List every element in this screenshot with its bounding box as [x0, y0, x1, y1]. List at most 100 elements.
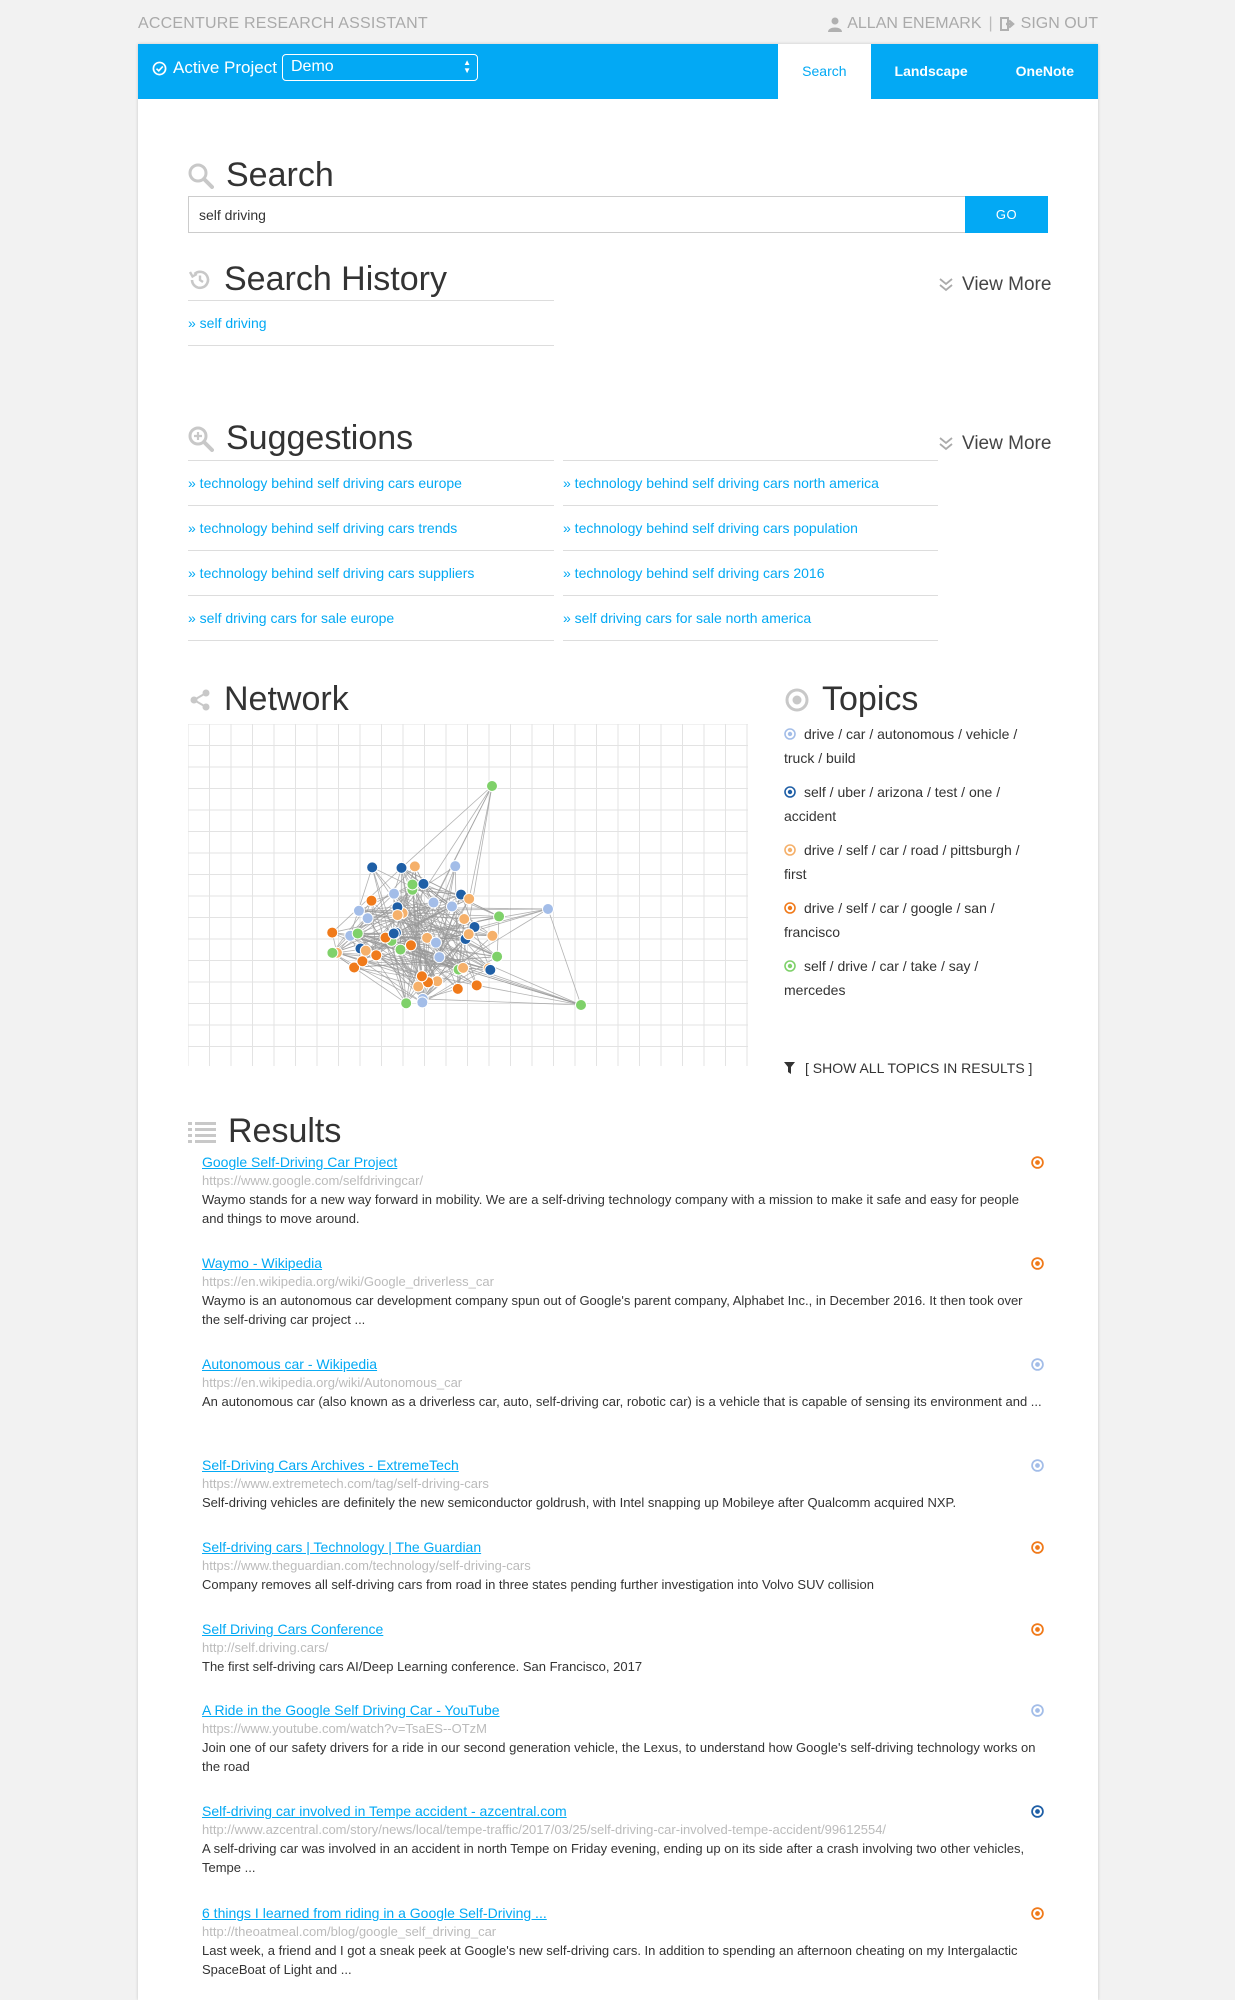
topic-label: drive / car / autonomous / vehicle / tru…	[784, 726, 1018, 766]
topic-dot-icon[interactable]	[1031, 1541, 1044, 1554]
network-node[interactable]	[470, 979, 483, 992]
network-node[interactable]	[326, 946, 339, 959]
sign-out-link[interactable]: SIGN OUT	[1021, 15, 1098, 33]
suggestion-link[interactable]: » self driving cars for sale north ameri…	[563, 610, 811, 626]
topic-item[interactable]: drive / self / car / road / pittsburgh /…	[784, 838, 1042, 886]
network-title: Network	[224, 680, 349, 718]
network-node[interactable]	[486, 929, 499, 942]
network-node[interactable]	[484, 963, 497, 976]
network-node[interactable]	[359, 944, 372, 957]
network-node[interactable]	[491, 950, 504, 963]
network-node[interactable]	[361, 912, 374, 925]
network-node[interactable]	[404, 939, 417, 952]
topic-dot-icon[interactable]	[1031, 1907, 1044, 1920]
topic-item[interactable]: self / uber / arizona / test / one / acc…	[784, 780, 1042, 828]
result-title-link[interactable]: Self-driving car involved in Tempe accid…	[202, 1803, 1042, 1819]
topic-dot-icon[interactable]	[1031, 1623, 1044, 1636]
result-item: Self Driving Cars Conference http://self.…	[202, 1621, 1044, 1676]
network-node[interactable]	[366, 861, 379, 874]
topic-dot-icon[interactable]	[1031, 1358, 1044, 1371]
go-button[interactable]: GO	[965, 196, 1048, 233]
suggestion-link[interactable]: » technology behind self driving cars su…	[188, 565, 474, 581]
network-node[interactable]	[433, 951, 446, 964]
network-node[interactable]	[449, 860, 462, 873]
network-node[interactable]	[429, 936, 442, 949]
network-node[interactable]	[388, 887, 401, 900]
network-graph[interactable]	[187, 723, 748, 1066]
network-node[interactable]	[427, 896, 440, 909]
suggestion-link[interactable]: » technology behind self driving cars no…	[563, 475, 879, 491]
network-node[interactable]	[458, 913, 471, 926]
network-node[interactable]	[445, 900, 458, 913]
network-node[interactable]	[370, 949, 383, 962]
user-name[interactable]: ALLAN ENEMARK	[847, 15, 981, 33]
topic-item[interactable]: drive / self / car / google / san / fran…	[784, 896, 1042, 944]
history-item[interactable]: » self driving	[188, 315, 267, 331]
result-title-link[interactable]: Self Driving Cars Conference	[202, 1621, 1042, 1637]
network-node[interactable]	[463, 892, 476, 905]
network-node[interactable]	[400, 997, 413, 1010]
network-node[interactable]	[575, 999, 587, 1011]
history-view-more[interactable]: View More	[938, 274, 1051, 296]
topic-dot-icon[interactable]	[1031, 1704, 1044, 1717]
search-input[interactable]	[188, 196, 965, 233]
network-node[interactable]	[391, 909, 404, 922]
network-node[interactable]	[352, 904, 365, 917]
topic-dot-icon[interactable]	[1031, 1459, 1044, 1472]
network-node[interactable]	[457, 961, 470, 974]
network-node[interactable]	[408, 860, 421, 873]
network-node[interactable]	[406, 878, 419, 891]
tab-search[interactable]: Search	[778, 44, 871, 99]
tab-onenote[interactable]: OneNote	[992, 44, 1098, 99]
divider	[188, 595, 554, 596]
topic-item[interactable]: drive / car / autonomous / vehicle / tru…	[784, 722, 1042, 770]
network-node[interactable]	[365, 894, 378, 907]
suggestion-link[interactable]: » self driving cars for sale europe	[188, 610, 394, 626]
network-node[interactable]	[493, 910, 506, 923]
suggestion-link[interactable]: » technology behind self driving cars eu…	[188, 475, 462, 491]
network-node[interactable]	[387, 927, 400, 940]
network-node[interactable]	[451, 982, 464, 995]
suggestion-link[interactable]: » technology behind self driving cars po…	[563, 520, 858, 536]
network-node[interactable]	[416, 996, 429, 1009]
topic-dot-icon[interactable]	[1031, 1805, 1044, 1818]
network-node[interactable]	[417, 877, 430, 890]
result-url: http://theoatmeal.com/blog/google_self_d…	[202, 1924, 497, 1939]
tab-landscape[interactable]: Landscape	[871, 44, 992, 99]
topic-label: drive / self / car / google / san / fran…	[784, 900, 995, 940]
network-node[interactable]	[356, 955, 369, 968]
result-title-link[interactable]: Self-driving cars | Technology | The Gua…	[202, 1539, 1042, 1555]
chevron-double-down-icon	[939, 437, 953, 451]
network-node[interactable]	[326, 926, 339, 939]
topic-dot-icon	[784, 960, 796, 973]
network-node[interactable]	[351, 927, 364, 940]
result-snippet: Self-driving vehicles are definitely the…	[202, 1495, 957, 1510]
result-title-link[interactable]: Self-Driving Cars Archives - ExtremeTech	[202, 1457, 1042, 1473]
result-title-link[interactable]: Waymo - Wikipedia	[202, 1255, 1042, 1271]
topic-dot-icon[interactable]	[1031, 1257, 1044, 1270]
result-title-link[interactable]: Autonomous car - Wikipedia	[202, 1356, 1042, 1372]
suggestion-link[interactable]: » technology behind self driving cars tr…	[188, 520, 457, 536]
topic-item[interactable]: self / drive / car / take / say / merced…	[784, 954, 1042, 1002]
suggestions-view-more[interactable]: View More	[938, 433, 1051, 455]
result-url: https://www.google.com/selfdrivingcar/	[202, 1173, 424, 1188]
search-history-heading: Search History	[188, 260, 447, 299]
result-title-link[interactable]: 6 things I learned from riding in a Goog…	[202, 1905, 1042, 1921]
divider	[188, 640, 554, 641]
network-node[interactable]	[486, 780, 498, 792]
project-select[interactable]: Demo ▲ ▼	[282, 54, 478, 81]
search-history-title: Search History	[224, 260, 447, 298]
show-all-topics[interactable]: [ SHOW ALL TOPICS IN RESULTS ]	[784, 1060, 1032, 1076]
search-icon	[188, 163, 214, 189]
network-node[interactable]	[394, 943, 407, 956]
topic-dot-icon[interactable]	[1031, 1156, 1044, 1169]
network-node[interactable]	[395, 861, 408, 874]
user-icon	[828, 17, 843, 32]
network-node[interactable]	[462, 928, 475, 941]
suggestion-link[interactable]: » technology behind self driving cars 20…	[563, 565, 825, 581]
result-title-link[interactable]: Google Self-Driving Car Project	[202, 1154, 1042, 1170]
network-node[interactable]	[542, 903, 554, 915]
result-title-link[interactable]: A Ride in the Google Self Driving Car - …	[202, 1702, 1042, 1718]
network-canvas[interactable]	[187, 723, 748, 1066]
network-node[interactable]	[415, 970, 428, 983]
